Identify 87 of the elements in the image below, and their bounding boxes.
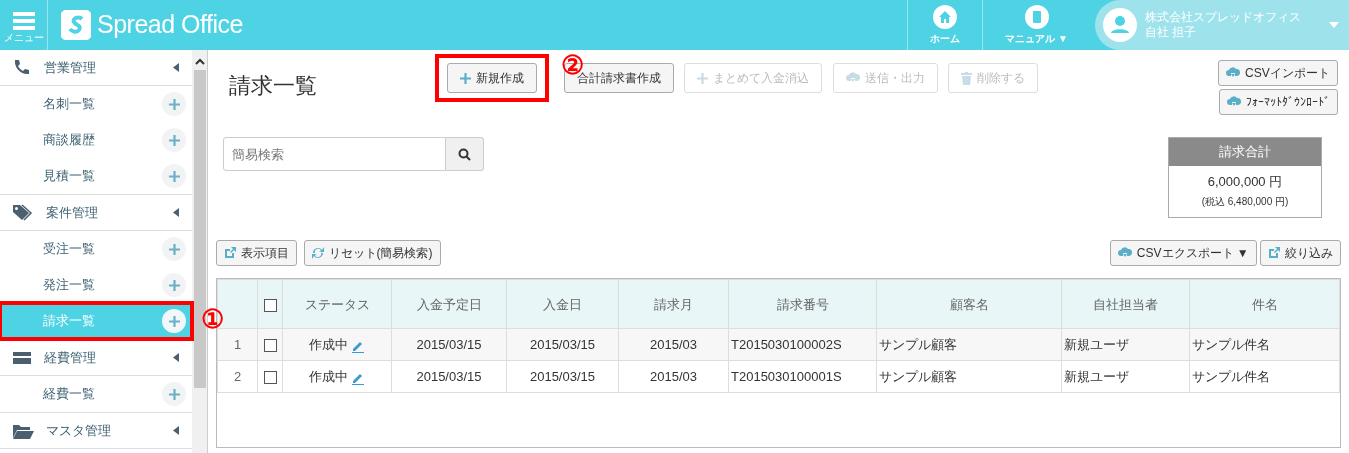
table-cell: 2015/03/15 [391, 360, 507, 393]
sidebar-group[interactable]: 経費管理 [0, 340, 192, 376]
add-button[interactable] [162, 92, 186, 116]
add-button[interactable] [162, 309, 186, 333]
caret-icon [1329, 22, 1339, 28]
table-cell: T2015030100002S [728, 328, 877, 361]
add-button[interactable] [162, 164, 186, 188]
scroll-up-icon[interactable] [193, 56, 206, 66]
avatar-icon [1103, 8, 1137, 42]
external-link-icon [1268, 247, 1280, 260]
sidebar-item[interactable]: 名刺一覧 [0, 86, 192, 122]
table-cell: サンプル顧客 [876, 360, 1062, 393]
row-number: 1 [217, 328, 258, 361]
row-checkbox[interactable] [263, 339, 277, 353]
menu-icon [12, 11, 35, 30]
add-button[interactable] [162, 382, 186, 406]
plus-icon [168, 170, 180, 182]
list-tool-button[interactable]: CSVエクスポート ▼ [1109, 240, 1257, 267]
plus-icon [168, 279, 180, 291]
tax-amount: (税込 6,480,000 円) [1200, 195, 1290, 210]
sidebar-group[interactable]: マスタ管理 [0, 413, 192, 449]
column-header[interactable]: 自社担当者 [1061, 279, 1190, 329]
list-tool-button[interactable]: 表示項目 [216, 240, 297, 267]
column-header[interactable]: 顧客名 [876, 279, 1062, 329]
column-header[interactable]: ステータス [282, 279, 392, 329]
collapse-icon [173, 353, 179, 362]
plus-icon [168, 243, 180, 255]
sidebar-item[interactable]: 経費一覧 [0, 376, 192, 412]
sidebar-group[interactable]: 案件管理 [0, 195, 192, 231]
select-all-checkbox[interactable] [263, 298, 277, 312]
plus-icon [168, 315, 180, 327]
list-tool-button[interactable]: リセット(簡易検索) [303, 240, 441, 267]
table-cell: 2015/03 [618, 360, 729, 393]
table-cell: 2015/03 [618, 328, 729, 361]
home-icon [933, 4, 958, 29]
add-button[interactable] [162, 128, 186, 152]
refresh-icon [311, 247, 324, 260]
side-button[interactable]: ﾌｫｰﾏｯﾄﾀﾞｳﾝﾛｰﾄﾞ [1218, 89, 1338, 116]
search-field[interactable]: 簡易検索 [222, 137, 446, 172]
plus-icon [460, 72, 471, 84]
table-cell: 2015/03/15 [506, 360, 619, 393]
sidebar-item[interactable]: 受注一覧 [0, 231, 192, 267]
row-number: 2 [217, 360, 258, 393]
table-cell: サンプル件名 [1189, 328, 1340, 361]
external-link-icon [224, 247, 236, 260]
manual-icon [1024, 4, 1049, 29]
page-title: 請求一覧 [229, 73, 318, 100]
table-cell: 2015/03/15 [391, 328, 507, 361]
plus-icon [168, 134, 180, 146]
trash-icon [961, 71, 972, 85]
table-cell: 作成中 [308, 369, 348, 384]
column-header[interactable]: 件名 [1189, 279, 1340, 329]
table-cell: サンプル件名 [1189, 360, 1340, 393]
sidebar-item[interactable]: 発注一覧 [0, 267, 192, 303]
search-button[interactable] [445, 137, 484, 172]
sidebar-item[interactable]: 商談履歴 [0, 122, 192, 158]
column-header[interactable]: 入金日 [506, 279, 619, 329]
collapse-icon [173, 208, 179, 217]
search-icon [457, 147, 471, 161]
collapse-icon [173, 63, 179, 72]
tag-icon [12, 203, 34, 222]
table-cell: 作成中 [308, 337, 348, 352]
table-cell: サンプル顧客 [876, 328, 1062, 361]
total-title: 請求合計 [1169, 138, 1321, 166]
row-checkbox[interactable] [263, 371, 277, 385]
plus-icon [168, 98, 180, 110]
toolbar-button[interactable]: 新規作成 [447, 63, 537, 94]
logo-text: Spread Office [97, 9, 243, 41]
side-button[interactable]: CSVインポート [1218, 60, 1338, 86]
add-button[interactable] [162, 273, 186, 297]
table-cell: 2015/03/15 [506, 328, 619, 361]
plus-icon [697, 72, 708, 84]
list-tool-button[interactable]: 絞り込み [1260, 240, 1341, 267]
logo-icon [61, 10, 91, 40]
table-cell: 新規ユーザ [1061, 360, 1190, 393]
add-button[interactable] [162, 237, 186, 261]
sidebar-item[interactable]: 見積一覧 [0, 158, 192, 194]
plus-icon [168, 388, 180, 400]
column-header[interactable]: 請求番号 [728, 279, 877, 329]
table-cell: T2015030100001S [728, 360, 877, 393]
cloud-icon [1226, 67, 1241, 79]
collapse-icon [173, 426, 179, 435]
total-amount: 6,000,000 円 [1206, 172, 1284, 191]
column-header[interactable]: 入金予定日 [391, 279, 507, 329]
table-cell: 新規ユーザ [1061, 328, 1190, 361]
column-header[interactable]: 請求月 [618, 279, 729, 329]
phone-icon [12, 58, 32, 77]
